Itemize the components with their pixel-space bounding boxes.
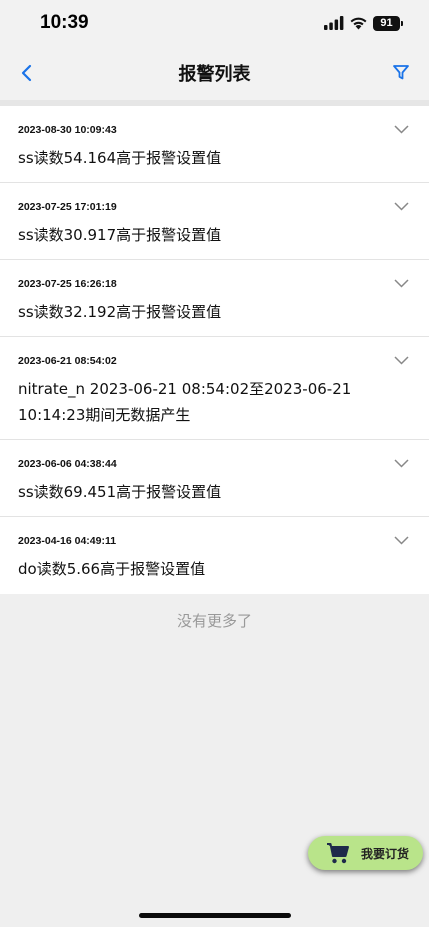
alarm-timestamp: 2023-07-25 17:01:19 (18, 201, 117, 213)
page-title: 报警列表 (178, 64, 251, 85)
home-indicator[interactable] (139, 913, 291, 918)
chevron-down-icon[interactable] (394, 459, 409, 468)
order-button-label: 我要订货 (361, 846, 410, 861)
navigation-bar: 报警列表 (0, 46, 429, 100)
filter-icon[interactable] (392, 63, 410, 81)
chevron-down-icon[interactable] (394, 279, 409, 288)
wifi-icon (350, 17, 367, 30)
battery-icon: 91 (373, 16, 400, 31)
status-bar: 10:39 91 (0, 0, 429, 46)
alarm-message: ss读数30.917高于报警设置值 (18, 226, 222, 244)
chevron-down-icon[interactable] (394, 202, 409, 211)
alarm-item[interactable]: 2023-08-30 10:09:43 ss读数54.164高于报警设置值 (0, 106, 429, 183)
list-end-text: 没有更多了 (176, 612, 252, 630)
chevron-down-icon[interactable] (394, 356, 409, 365)
alarm-item[interactable]: 2023-04-16 04:49:11 do读数5.66高于报警设置值 (0, 517, 429, 594)
alarm-item[interactable]: 2023-06-06 04:38:44 ss读数69.451高于报警设置值 (0, 440, 429, 517)
alarm-message: nitrate_n 2023-06-21 08:54:02至2023-06-21… (18, 380, 352, 424)
alarm-list: 2023-08-30 10:09:43 ss读数54.164高于报警设置值 20… (0, 106, 429, 594)
chevron-down-icon[interactable] (394, 536, 409, 545)
alarm-item[interactable]: 2023-07-25 16:26:18 ss读数32.192高于报警设置值 (0, 260, 429, 337)
alarm-message: do读数5.66高于报警设置值 (18, 560, 206, 578)
alarm-timestamp: 2023-06-06 04:38:44 (18, 458, 117, 470)
alarm-timestamp: 2023-07-25 16:26:18 (18, 278, 117, 290)
status-time: 10:39 (40, 12, 89, 33)
alarm-message: ss读数32.192高于报警设置值 (18, 303, 222, 321)
alarm-item[interactable]: 2023-06-21 08:54:02 nitrate_n 2023-06-21… (0, 337, 429, 440)
signal-icon (324, 16, 344, 30)
alarm-timestamp: 2023-06-21 08:54:02 (18, 355, 117, 367)
shopping-cart-icon (327, 843, 349, 864)
order-button[interactable]: 我要订货 (308, 836, 423, 870)
alarm-timestamp: 2023-08-30 10:09:43 (18, 124, 117, 136)
alarm-message: ss读数69.451高于报警设置值 (18, 483, 222, 501)
alarm-message: ss读数54.164高于报警设置值 (18, 149, 222, 167)
alarm-item[interactable]: 2023-07-25 17:01:19 ss读数30.917高于报警设置值 (0, 183, 429, 260)
chevron-down-icon[interactable] (394, 125, 409, 134)
alarm-timestamp: 2023-04-16 04:49:11 (18, 535, 117, 547)
battery-tip (401, 21, 403, 26)
